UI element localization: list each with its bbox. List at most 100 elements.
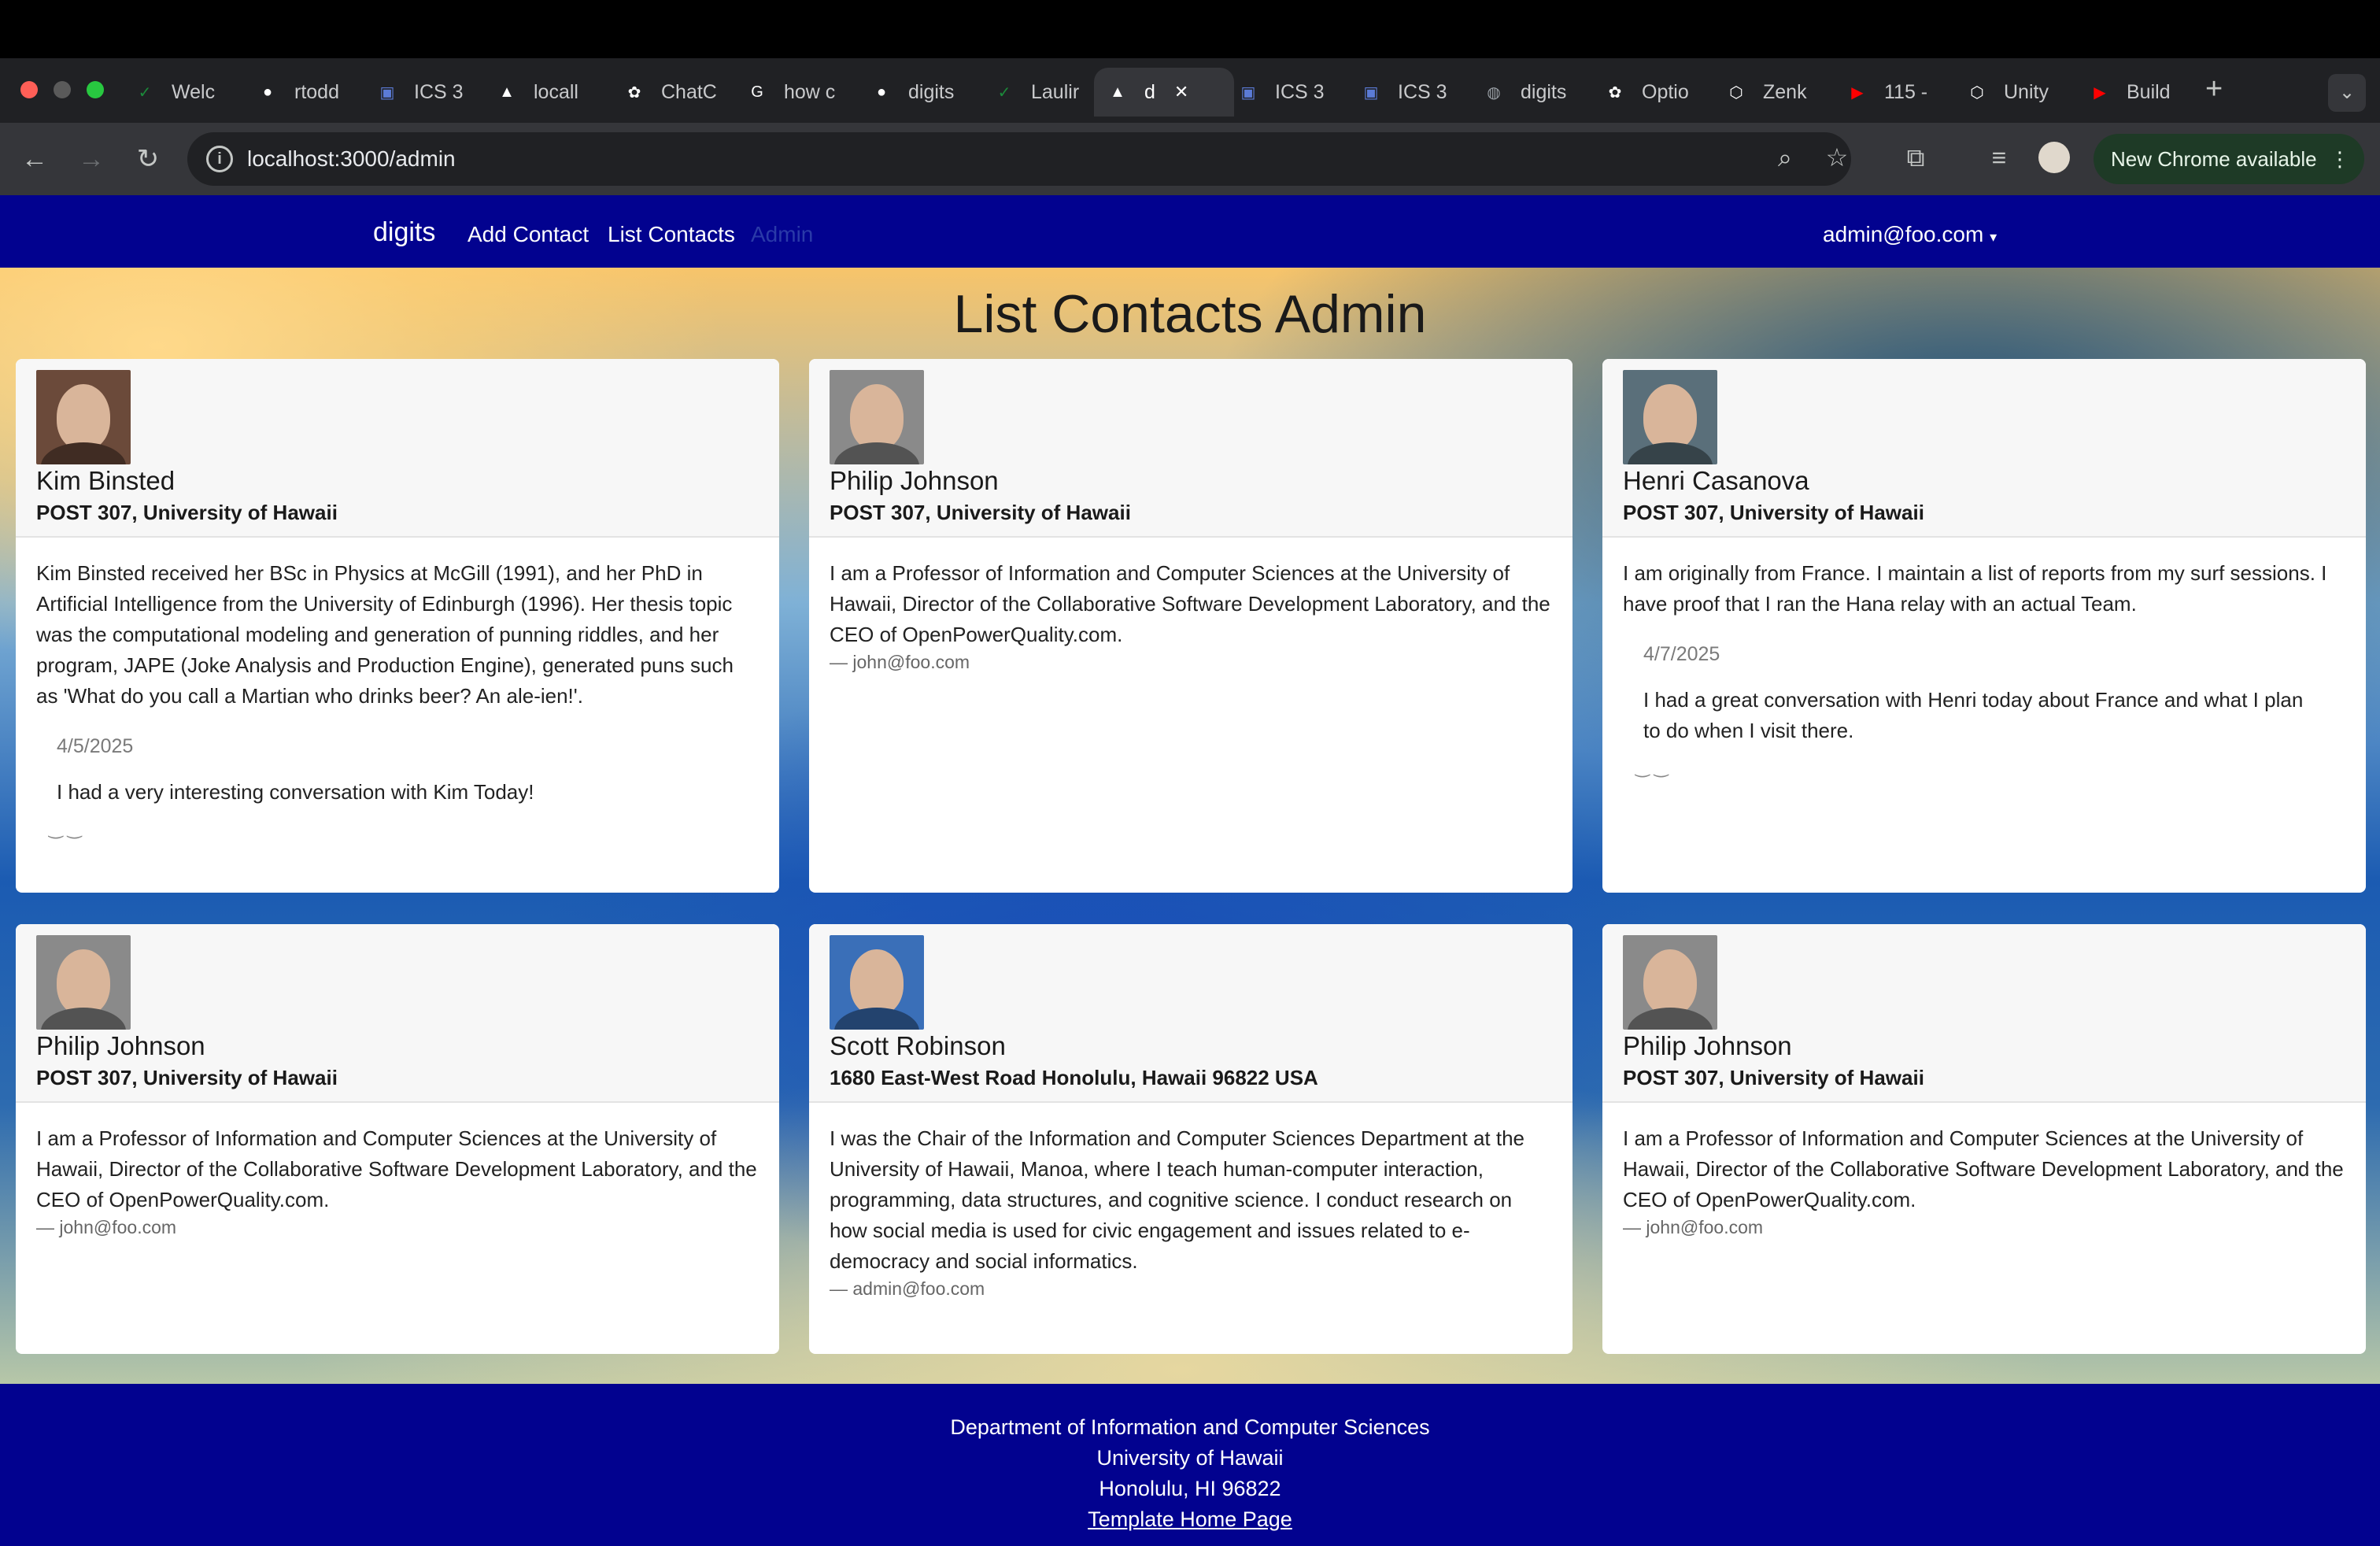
tab-label: digits (908, 80, 955, 103)
browser-tab[interactable]: ✓ Laulir (992, 68, 1102, 117)
bookmark-star-icon[interactable]: ☆ (1820, 140, 1854, 175)
triangle-icon: ▲ (499, 83, 515, 101)
zoom-icon[interactable]: ⌕ (1768, 140, 1802, 175)
browser-tab[interactable]: ● rtodd (255, 68, 365, 117)
contact-card: Philip Johnson POST 307, University of Ha… (16, 924, 779, 1354)
tab-label: ICS 3 (414, 80, 464, 103)
leaf-icon: ✓ (138, 83, 152, 102)
address-bar[interactable]: i localhost:3000/admin (187, 132, 1851, 186)
contact-description: I was the Chair of the Information and C… (830, 1126, 1525, 1273)
page-title: List Contacts Admin (953, 284, 1427, 344)
site-info-icon[interactable]: i (206, 146, 233, 172)
forward-icon[interactable]: → (72, 140, 110, 178)
browser-tab[interactable]: ◍ digits (1481, 68, 1591, 117)
contact-address: POST 307, University of Hawaii (1623, 1066, 1924, 1089)
contact-card: Kim Binsted POST 307, University of Hawai… (16, 359, 779, 893)
browser-tab[interactable]: ● digits (869, 68, 979, 117)
caret-down-icon: ▾ (1990, 229, 1998, 245)
close-tab-icon[interactable]: ✕ (1174, 82, 1188, 102)
contact-owner: — admin@foo.com (830, 1278, 985, 1299)
more-menu-icon[interactable]: ⋮ (2330, 134, 2350, 184)
tab-label: ICS 3 (1275, 80, 1325, 103)
openai-icon: ✿ (627, 83, 641, 102)
tab-label: Unity (2004, 80, 2049, 103)
note-date: 4/7/2025 (1643, 643, 1720, 665)
card-header: Philip Johnson POST 307, University of Ha… (1602, 924, 2366, 1103)
contact-description: Kim Binsted received her BSc in Physics … (36, 561, 734, 708)
maximize-window-button[interactable] (87, 81, 104, 98)
tab-label: Laulir (1031, 80, 1080, 103)
tab-label: rtodd (294, 80, 339, 103)
tab-label: Optio (1642, 80, 1689, 103)
card-header: Kim Binsted POST 307, University of Hawai… (16, 359, 779, 538)
template-home-link[interactable]: Template Home Page (1088, 1507, 1292, 1531)
brand-link[interactable]: digits (373, 217, 435, 248)
web-page: digits Add Contact List Contacts Admin a… (0, 195, 2380, 1546)
note-date: 4/5/2025 (57, 735, 134, 757)
nav-admin[interactable]: Admin (751, 222, 813, 247)
contact-avatar (1623, 935, 1717, 1030)
new-tab-icon[interactable]: + (2205, 72, 2223, 106)
browser-tab[interactable]: ▶ Build (2087, 68, 2197, 117)
footer-city: Honolulu, HI 96822 (1099, 1477, 1281, 1500)
github-icon: ● (262, 83, 273, 101)
contact-name: Philip Johnson (1623, 1031, 1792, 1060)
contact-card: Henri Casanova POST 307, University of Ha… (1602, 359, 2366, 893)
google-icon: G (751, 83, 763, 101)
browser-tab[interactable]: ▣ ICS 3 (1358, 68, 1469, 117)
browser-tab[interactable]: ✿ Optio (1602, 68, 1713, 117)
footer-university: University of Hawaii (1096, 1446, 1284, 1470)
nav-add-contact[interactable]: Add Contact (468, 222, 589, 247)
contact-avatar (1623, 370, 1717, 464)
browser-tab[interactable]: ⬡ Zenk (1724, 68, 1834, 117)
back-icon[interactable]: ← (16, 140, 54, 178)
user-dropdown[interactable]: admin@foo.com ▾ (1823, 222, 1997, 247)
browser-tab[interactable]: ✿ ChatC (622, 68, 732, 117)
browser-tab[interactable]: ▶ 115 - (1845, 68, 1955, 117)
unity-icon: ⬡ (1729, 83, 1743, 102)
reload-icon[interactable]: ↻ (129, 140, 167, 178)
contact-name: Scott Robinson (830, 1031, 1006, 1060)
tab-label: digits (1521, 80, 1567, 103)
contact-card: Philip Johnson POST 307, University of Ha… (809, 359, 1572, 893)
browser-tab[interactable]: ▲ locall (494, 68, 612, 117)
new-chrome-available-button[interactable]: New Chrome available ⋮ (2094, 134, 2364, 184)
openai-icon: ✿ (1608, 83, 1622, 102)
card-header: Philip Johnson POST 307, University of Ha… (809, 359, 1572, 538)
note-divider: ‿ ‿ (49, 819, 82, 838)
minimize-window-button[interactable] (54, 81, 71, 98)
footer-department: Department of Information and Computer S… (950, 1415, 1430, 1439)
card-header: Philip Johnson POST 307, University of Ha… (16, 924, 779, 1103)
nav-list-contacts[interactable]: List Contacts (608, 222, 735, 247)
contact-avatar (36, 370, 131, 464)
card-header: Henri Casanova POST 307, University of Ha… (1602, 359, 2366, 538)
browser-tab[interactable]: Ghow c (745, 68, 855, 117)
contact-description: I am originally from France. I maintain … (1623, 561, 2327, 616)
page-footer: Department of Information and Computer S… (0, 1384, 2380, 1546)
contact-name: Philip Johnson (830, 466, 999, 495)
tab-label: ChatC (661, 80, 717, 103)
page-icon: ▣ (1363, 83, 1379, 102)
url-text: localhost:3000/admin (247, 146, 456, 171)
contact-note: 4/7/2025 I had a great conversation with … (1602, 643, 2366, 778)
media-queue-icon[interactable]: ≡ (1982, 140, 2016, 175)
tab-label: locall (534, 80, 578, 103)
contact-address: POST 307, University of Hawaii (36, 501, 338, 524)
contact-owner: — john@foo.com (36, 1217, 177, 1237)
profile-avatar-icon[interactable] (2038, 142, 2070, 173)
tab-search-icon[interactable]: ⌄ (2328, 74, 2366, 112)
youtube-icon: ▶ (2094, 83, 2106, 102)
browser-tab[interactable]: ▣ ICS 3 (1236, 68, 1346, 117)
contact-address: POST 307, University of Hawaii (830, 501, 1131, 524)
tab-label: Build (2127, 80, 2171, 103)
extensions-icon[interactable]: ⧉ (1898, 140, 1933, 175)
triangle-icon: ▲ (1110, 83, 1125, 101)
close-window-button[interactable] (20, 81, 38, 98)
browser-tab[interactable]: ⬡ Unity (1964, 68, 2075, 117)
globe-icon: ◍ (1487, 83, 1501, 102)
browser-tab[interactable]: ✓ Welc (132, 68, 242, 117)
contact-note: 4/5/2025 I had a very interesting convers… (16, 735, 779, 839)
browser-tab[interactable]: ▣ ICS 3 (375, 68, 485, 117)
browser-tab[interactable]: ▲ d ✕ (1094, 68, 1234, 117)
user-email: admin@foo.com (1823, 222, 1984, 246)
